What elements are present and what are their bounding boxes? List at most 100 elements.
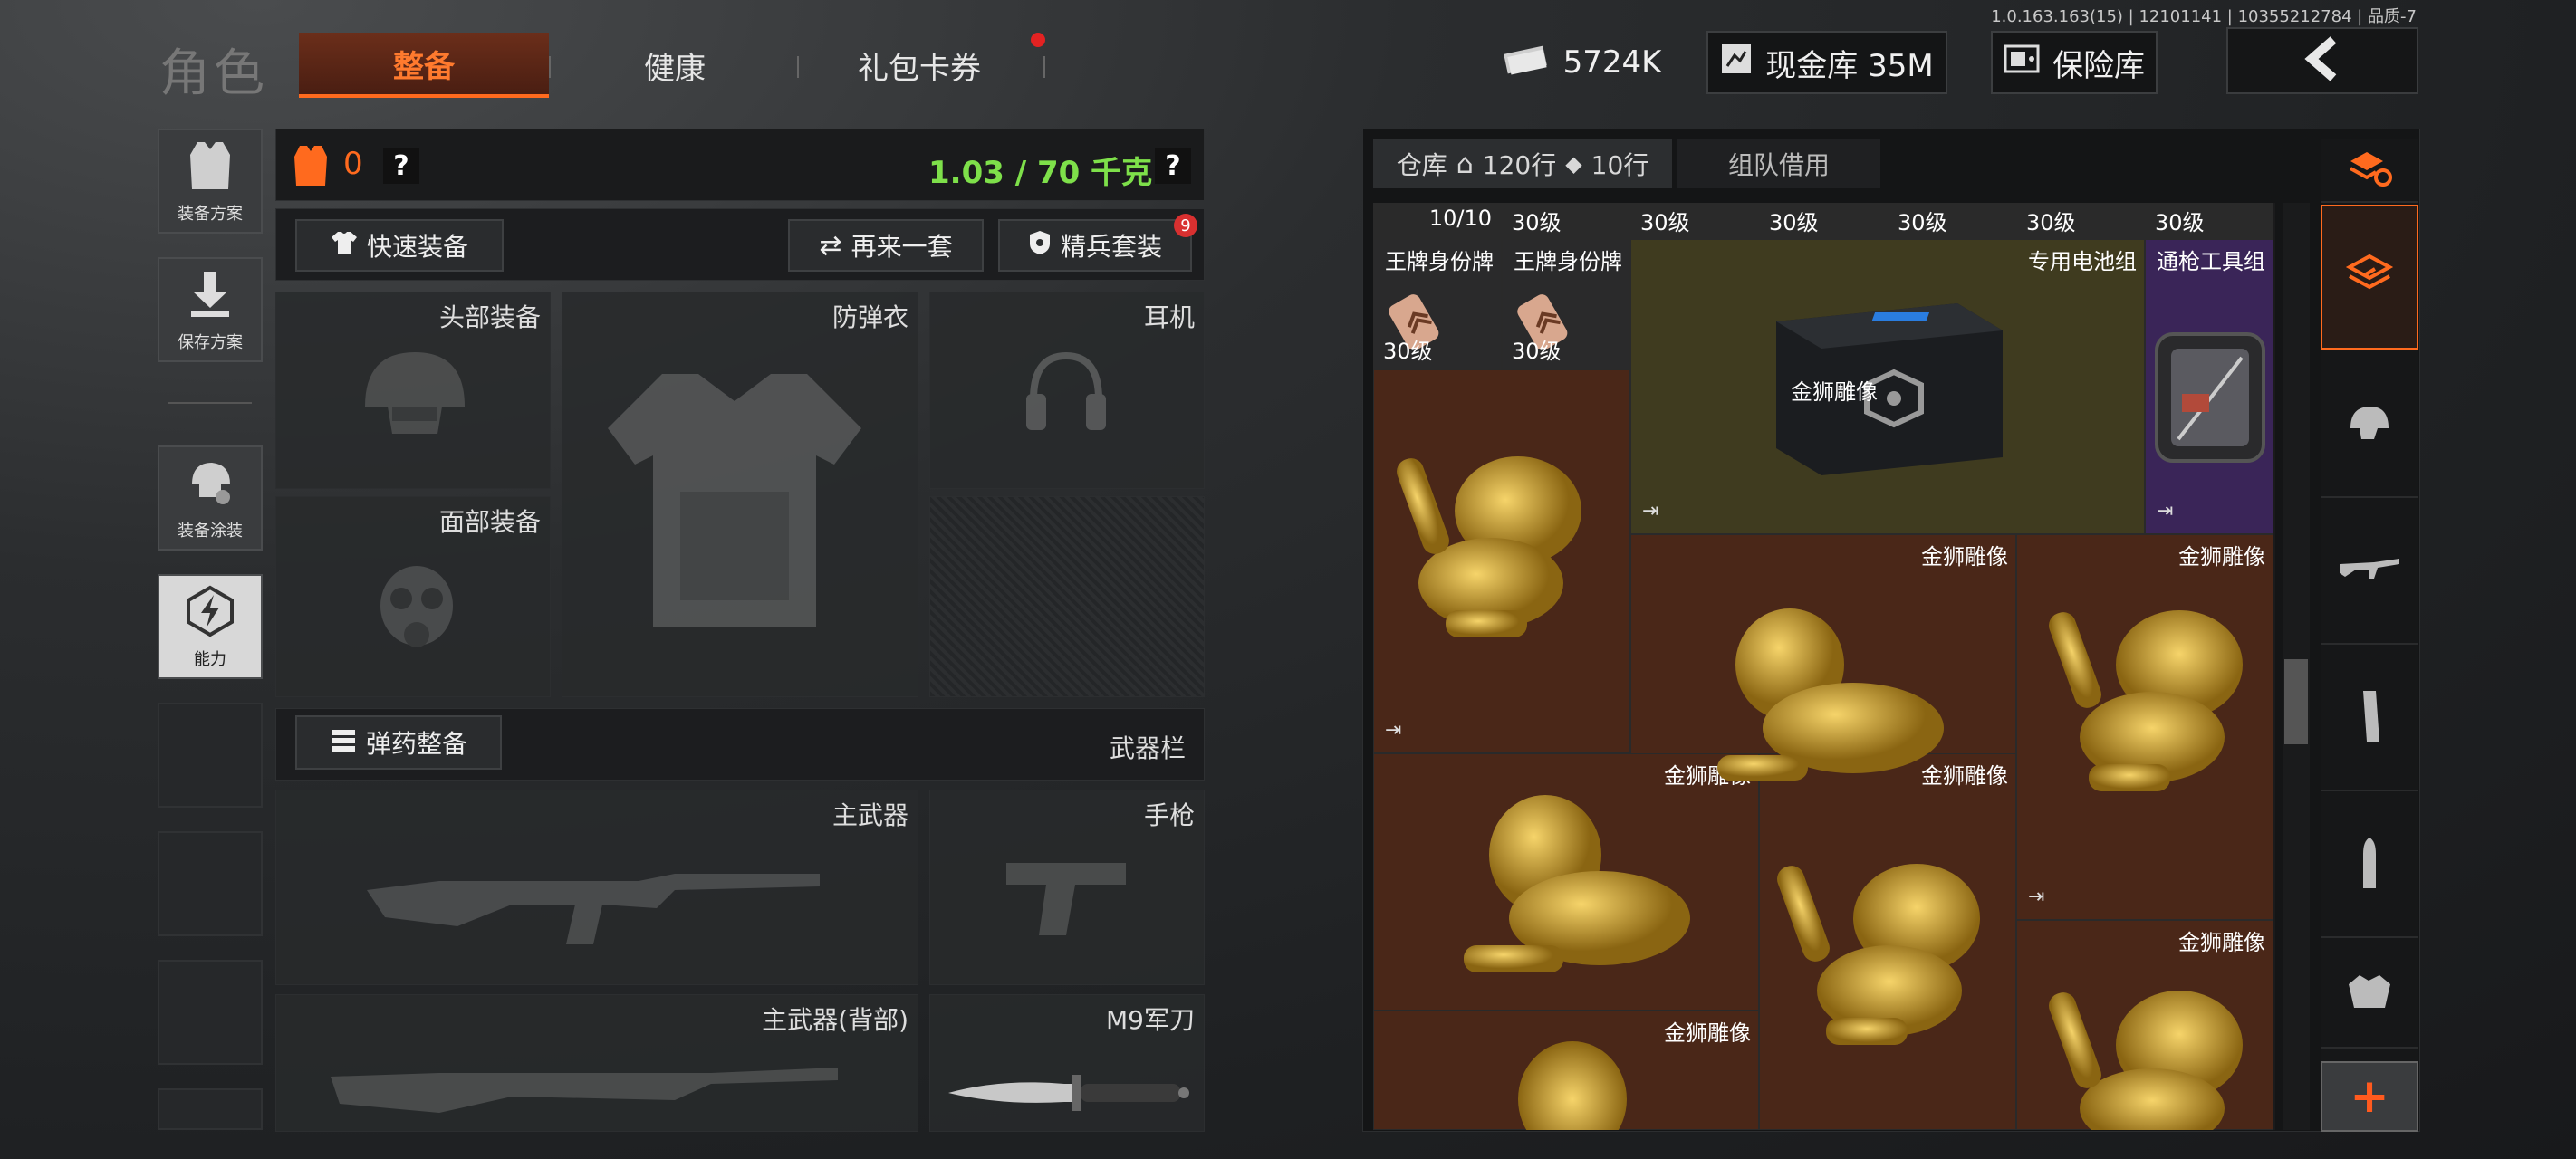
item-name: 金狮雕像: [1791, 379, 1878, 405]
safe-button[interactable]: 保险库: [1991, 31, 2158, 94]
sidebar-item-label: 保存方案: [178, 333, 243, 352]
tab-divider: [1043, 56, 1045, 78]
grid-cell[interactable]: 10/10: [1373, 203, 1502, 239]
item-level: 30级: [2155, 210, 2205, 235]
slot-label: 面部装备: [438, 507, 541, 537]
weapon-bar-title: 武器栏: [1109, 733, 1186, 763]
sidebar-item-skin[interactable]: 装备涂装: [158, 445, 263, 551]
top-bar: 角色 整备 健康 礼包卡券 1.0.163.163(15) | 12101141…: [0, 0, 2576, 109]
elite-set-badge: 9: [1174, 214, 1197, 237]
slot-label: 手枪: [1143, 800, 1195, 830]
sidebar-item-loadout-plan[interactable]: 装备方案: [158, 129, 263, 234]
ammo-prep-label: 弹药整备: [365, 729, 467, 759]
bullet-icon: [2354, 836, 2385, 894]
rifle-icon: [367, 854, 820, 957]
another-set-button[interactable]: ⇄ 再来一套: [788, 219, 984, 272]
ammo-icon: [330, 727, 357, 759]
grid-cell[interactable]: 30级: [1759, 203, 1888, 239]
slot-label: 主武器: [831, 800, 908, 830]
exit-icon: ⇥: [2157, 500, 2174, 522]
quick-equip-label: 快速装备: [366, 232, 468, 262]
cash-vault-button[interactable]: 现金库 35M: [1706, 31, 1947, 94]
head-gear-slot[interactable]: 头部装备: [275, 292, 551, 489]
tab-divider: [797, 56, 799, 78]
item-name: 通枪工具组: [2157, 249, 2265, 274]
battery-pack-item[interactable]: 专用电池组 ⇥: [1630, 239, 2145, 534]
warehouse-extra-rows: 10行: [1591, 150, 1649, 180]
back-weapon-slot[interactable]: 主武器(背部): [275, 994, 918, 1132]
gun-cleaning-kit-item[interactable]: 通枪工具组 ⇥: [2145, 239, 2273, 534]
shield-icon: [1028, 229, 1052, 263]
back-button[interactable]: [2226, 27, 2418, 94]
warehouse-grid[interactable]: 10/10 30级 30级 30级 30级 30级 30级 王牌身份牌 30级 …: [1373, 203, 2275, 1130]
add-category-button[interactable]: +: [2321, 1061, 2418, 1132]
item-name: 专用电池组: [2028, 249, 2137, 274]
tab-health[interactable]: 健康: [562, 33, 788, 98]
cash-icon: [1502, 41, 1551, 85]
category-all[interactable]: [2321, 205, 2418, 350]
elite-set-button[interactable]: 精兵套装: [998, 219, 1192, 272]
category-ammo[interactable]: [2321, 793, 2418, 938]
vault-icon: [1720, 43, 1753, 83]
dogtag-item[interactable]: 王牌身份牌 30级: [1373, 239, 1502, 369]
grid-cell[interactable]: 30级: [1630, 203, 1759, 239]
item-name: 金狮雕像: [2178, 544, 2265, 570]
sidebar-item-ability[interactable]: 能力: [158, 574, 263, 679]
pistol-slot[interactable]: 手枪: [929, 790, 1205, 985]
slot-label: 主武器(背部): [762, 1005, 908, 1035]
scrollbar-thumb[interactable]: [2284, 659, 2308, 744]
armor-icon: [293, 144, 329, 191]
money-amount: 5724K: [1562, 44, 1662, 81]
grid-cell[interactable]: 30级: [2145, 203, 2273, 239]
sidebar-empty-slot: [158, 960, 263, 1065]
category-helmet[interactable]: [2321, 353, 2418, 498]
primary-weapon-slot[interactable]: 主武器: [275, 790, 918, 985]
cash-vault-label: 现金库 35M: [1765, 47, 1934, 84]
tab-team-borrow[interactable]: 组队借用: [1677, 139, 1880, 188]
safe-label: 保险库: [2052, 47, 2145, 84]
weight-help-button[interactable]: ?: [1155, 148, 1191, 184]
sidebar-item-save-plan[interactable]: 保存方案: [158, 257, 263, 362]
grid-cell[interactable]: 30级: [1888, 203, 2016, 239]
armor-count: 0: [343, 146, 363, 182]
version-text: 1.0.163.163(15) | 12101141 | 10355212784…: [1991, 7, 2417, 26]
item-level: 30级: [1769, 210, 1819, 235]
empty-gear-slot: [929, 496, 1205, 697]
quick-equip-button[interactable]: 快速装备: [295, 219, 504, 272]
face-gear-slot[interactable]: 面部装备: [275, 496, 551, 697]
item-name: 王牌身份牌: [1385, 249, 1494, 274]
earphone-slot[interactable]: 耳机: [929, 292, 1205, 489]
ammo-prep-button[interactable]: 弹药整备: [295, 715, 502, 770]
sidebar-item-label: 装备涂装: [178, 522, 243, 541]
category-gear[interactable]: [2321, 940, 2418, 1049]
tab-warehouse[interactable]: 仓库 ⌂ 120行 ◆ 10行: [1373, 139, 1672, 188]
slot-label: M9军刀: [1106, 1005, 1195, 1035]
lion-statue-icon: [1699, 601, 1953, 804]
armor-help-button[interactable]: ?: [383, 148, 419, 184]
item-name: 金狮雕像: [2178, 930, 2265, 955]
sort-button[interactable]: [2321, 139, 2418, 203]
item-level: 30级: [1512, 210, 1562, 235]
lion-statue-icon: [1491, 1036, 1672, 1130]
tab-equip[interactable]: 整备: [299, 33, 549, 98]
grid-cell[interactable]: 30级: [2016, 203, 2145, 239]
help-icon: ?: [383, 148, 419, 184]
lion-statue-icon: [2043, 963, 2261, 1130]
category-bar: +: [2321, 139, 2418, 1132]
warehouse-scrollbar[interactable]: [2283, 203, 2310, 1130]
body-armor-slot[interactable]: 防弹衣: [562, 292, 918, 697]
grid-cell[interactable]: 30级: [1502, 203, 1630, 239]
category-magazine[interactable]: [2321, 647, 2418, 791]
plus-icon: +: [2350, 1069, 2389, 1124]
dogtag-item[interactable]: 王牌身份牌 30级: [1502, 239, 1630, 369]
download-icon: [187, 259, 233, 330]
tag-icon: ◆: [1565, 151, 1582, 177]
item-level: 30级: [1383, 339, 1433, 364]
vest-icon: [185, 130, 235, 201]
knife-slot[interactable]: M9军刀: [929, 994, 1205, 1132]
tab-gift[interactable]: 礼包卡券: [806, 33, 1033, 98]
shirt-icon: [331, 230, 358, 262]
category-rifle[interactable]: [2321, 500, 2418, 645]
help-icon: ?: [1155, 148, 1191, 184]
slot-label: 耳机: [1143, 302, 1195, 332]
